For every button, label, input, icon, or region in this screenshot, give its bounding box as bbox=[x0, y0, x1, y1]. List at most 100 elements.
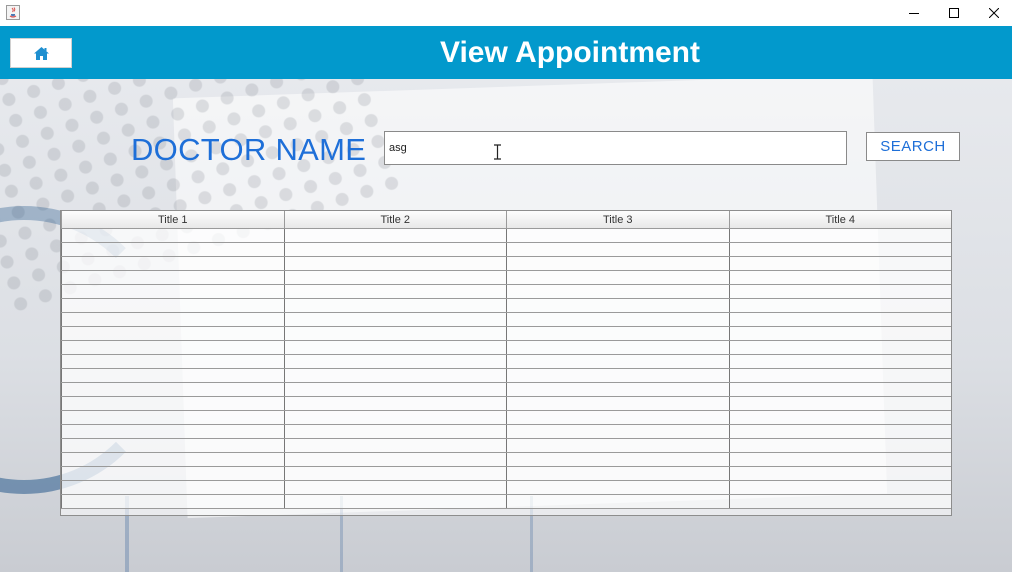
table-cell[interactable] bbox=[283, 270, 507, 285]
table-cell[interactable] bbox=[283, 382, 507, 397]
table-cell[interactable] bbox=[61, 312, 285, 327]
table-cell[interactable] bbox=[61, 480, 285, 495]
table-row[interactable] bbox=[61, 242, 951, 257]
table-row[interactable] bbox=[61, 284, 951, 299]
table-cell[interactable] bbox=[506, 480, 730, 495]
table-cell[interactable] bbox=[728, 452, 951, 467]
table-cell[interactable] bbox=[61, 494, 285, 509]
table-row[interactable] bbox=[61, 438, 951, 453]
doctor-name-input[interactable] bbox=[384, 131, 847, 165]
table-cell[interactable] bbox=[506, 466, 730, 481]
table-cell[interactable] bbox=[283, 312, 507, 327]
table-cell[interactable] bbox=[61, 270, 285, 285]
column-header-title-3[interactable]: Title 3 bbox=[506, 211, 730, 229]
table-cell[interactable] bbox=[506, 368, 730, 383]
table-cell[interactable] bbox=[61, 452, 285, 467]
table-cell[interactable] bbox=[283, 410, 507, 425]
table-cell[interactable] bbox=[283, 228, 507, 243]
column-header-title-2[interactable]: Title 2 bbox=[283, 211, 507, 229]
table-cell[interactable] bbox=[506, 242, 730, 257]
table-cell[interactable] bbox=[728, 494, 951, 509]
table-cell[interactable] bbox=[61, 228, 285, 243]
table-cell[interactable] bbox=[728, 424, 951, 439]
table-cell[interactable] bbox=[283, 494, 507, 509]
table-cell[interactable] bbox=[283, 256, 507, 271]
maximize-button[interactable] bbox=[934, 0, 974, 26]
table-cell[interactable] bbox=[728, 340, 951, 355]
table-cell[interactable] bbox=[728, 368, 951, 383]
table-cell[interactable] bbox=[728, 382, 951, 397]
table-cell[interactable] bbox=[61, 368, 285, 383]
table-cell[interactable] bbox=[283, 284, 507, 299]
table-row[interactable] bbox=[61, 228, 951, 243]
table-cell[interactable] bbox=[283, 326, 507, 341]
table-cell[interactable] bbox=[506, 284, 730, 299]
table-cell[interactable] bbox=[506, 382, 730, 397]
table-cell[interactable] bbox=[283, 354, 507, 369]
table-cell[interactable] bbox=[506, 396, 730, 411]
table-row[interactable] bbox=[61, 256, 951, 271]
table-cell[interactable] bbox=[283, 480, 507, 495]
table-cell[interactable] bbox=[61, 424, 285, 439]
minimize-button[interactable] bbox=[894, 0, 934, 26]
table-row[interactable] bbox=[61, 410, 951, 425]
table-row[interactable] bbox=[61, 354, 951, 369]
table-cell[interactable] bbox=[61, 466, 285, 481]
table-cell[interactable] bbox=[506, 438, 730, 453]
table-row[interactable] bbox=[61, 452, 951, 467]
table-cell[interactable] bbox=[283, 438, 507, 453]
table-cell[interactable] bbox=[506, 494, 730, 509]
table-cell[interactable] bbox=[728, 438, 951, 453]
column-header-title-4[interactable]: Title 4 bbox=[728, 211, 951, 229]
table-cell[interactable] bbox=[506, 410, 730, 425]
table-cell[interactable] bbox=[728, 480, 951, 495]
table-cell[interactable] bbox=[283, 368, 507, 383]
table-cell[interactable] bbox=[61, 438, 285, 453]
table-cell[interactable] bbox=[506, 228, 730, 243]
table-cell[interactable] bbox=[61, 284, 285, 299]
table-cell[interactable] bbox=[506, 354, 730, 369]
table-cell[interactable] bbox=[506, 270, 730, 285]
table-cell[interactable] bbox=[728, 284, 951, 299]
search-button[interactable]: SEARCH bbox=[866, 132, 960, 161]
table-cell[interactable] bbox=[61, 340, 285, 355]
table-cell[interactable] bbox=[728, 242, 951, 257]
table-cell[interactable] bbox=[61, 298, 285, 313]
table-row[interactable] bbox=[61, 382, 951, 397]
home-button[interactable] bbox=[10, 38, 72, 68]
table-cell[interactable] bbox=[283, 466, 507, 481]
table-cell[interactable] bbox=[506, 312, 730, 327]
table-cell[interactable] bbox=[728, 410, 951, 425]
table-cell[interactable] bbox=[61, 242, 285, 257]
table-cell[interactable] bbox=[506, 424, 730, 439]
table-cell[interactable] bbox=[728, 326, 951, 341]
table-cell[interactable] bbox=[283, 396, 507, 411]
table-cell[interactable] bbox=[61, 410, 285, 425]
table-cell[interactable] bbox=[728, 312, 951, 327]
column-header-title-1[interactable]: Title 1 bbox=[61, 211, 285, 229]
table-cell[interactable] bbox=[728, 270, 951, 285]
table-cell[interactable] bbox=[283, 242, 507, 257]
table-row[interactable] bbox=[61, 368, 951, 383]
table-row[interactable] bbox=[61, 494, 951, 509]
table-cell[interactable] bbox=[728, 228, 951, 243]
table-cell[interactable] bbox=[283, 424, 507, 439]
table-cell[interactable] bbox=[728, 354, 951, 369]
table-cell[interactable] bbox=[61, 256, 285, 271]
table-cell[interactable] bbox=[728, 396, 951, 411]
table-cell[interactable] bbox=[506, 340, 730, 355]
table-cell[interactable] bbox=[728, 298, 951, 313]
table-row[interactable] bbox=[61, 424, 951, 439]
table-row[interactable] bbox=[61, 298, 951, 313]
table-cell[interactable] bbox=[506, 326, 730, 341]
table-row[interactable] bbox=[61, 270, 951, 285]
table-row[interactable] bbox=[61, 340, 951, 355]
table-cell[interactable] bbox=[61, 396, 285, 411]
close-button[interactable] bbox=[974, 0, 1012, 26]
table-row[interactable] bbox=[61, 326, 951, 341]
table-cell[interactable] bbox=[506, 256, 730, 271]
table-cell[interactable] bbox=[61, 382, 285, 397]
table-cell[interactable] bbox=[506, 298, 730, 313]
table-cell[interactable] bbox=[728, 466, 951, 481]
table-cell[interactable] bbox=[283, 452, 507, 467]
